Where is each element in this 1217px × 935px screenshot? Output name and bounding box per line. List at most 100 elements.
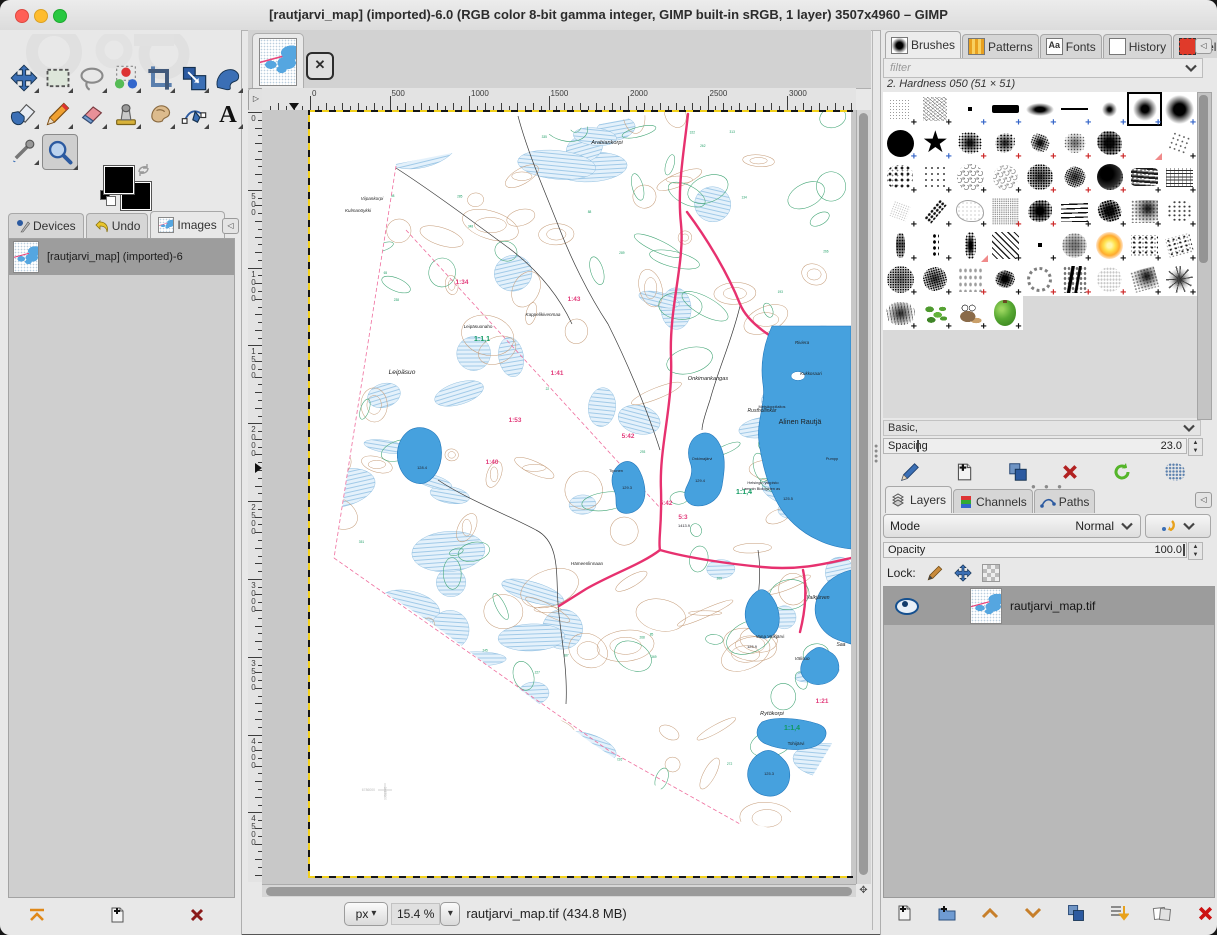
brush-cell-circle[interactable]: + bbox=[883, 126, 918, 160]
horizontal-ruler[interactable]: 050010001500200025003000 bbox=[262, 88, 856, 111]
image-tab-x-icon[interactable]: ✕ bbox=[306, 52, 334, 80]
brush-cell-wilber[interactable]: + bbox=[953, 296, 988, 330]
brush-cell-smoke[interactable]: + bbox=[1127, 194, 1162, 228]
tool-color-picker[interactable] bbox=[10, 136, 38, 164]
layer-row[interactable]: rautjarvi_map.tif bbox=[884, 587, 1214, 625]
opacity-slider[interactable]: Opacity 100.0 bbox=[883, 542, 1187, 558]
lock-alpha-icon[interactable] bbox=[982, 564, 1000, 582]
brush-cell-splat2[interactable]: + bbox=[988, 126, 1023, 160]
brush-cell-darkball[interactable]: + bbox=[1092, 160, 1127, 194]
new-image-button[interactable] bbox=[100, 902, 134, 928]
raise-layer-button[interactable] bbox=[973, 900, 1007, 926]
opacity-spinner[interactable]: ▲▼ bbox=[1188, 542, 1203, 560]
canvas-viewport[interactable]: 3549820988272160289593872933132271933691… bbox=[262, 110, 856, 884]
brush-cell-sketch[interactable]: + bbox=[953, 194, 988, 228]
tab-images[interactable]: Images bbox=[150, 211, 224, 238]
tab-history[interactable]: History bbox=[1103, 34, 1172, 58]
title-bar[interactable]: [rautjarvi_map] (imported)-6.0 (RGB colo… bbox=[0, 0, 1217, 31]
right-dock-collapse-button[interactable]: ◁ bbox=[1195, 38, 1212, 54]
brush-cell-cells[interactable]: + bbox=[953, 160, 988, 194]
brush-cell-sun[interactable]: + bbox=[1092, 228, 1127, 262]
brush-cell-chalk[interactable]: + bbox=[918, 194, 953, 228]
brush-cell-burst[interactable]: + bbox=[1162, 262, 1197, 296]
foreground-color-swatch[interactable] bbox=[104, 166, 134, 194]
brush-cell-dots[interactable]: + bbox=[883, 160, 918, 194]
brush-cell-soft-l[interactable]: + bbox=[1162, 92, 1197, 126]
default-colors-icon-bg[interactable] bbox=[106, 196, 116, 206]
brush-cell-bar[interactable]: + bbox=[988, 92, 1023, 126]
brush-cell-soft-s[interactable]: + bbox=[1092, 92, 1127, 126]
tool-rectangle-select[interactable] bbox=[44, 64, 72, 92]
brush-cell-drips[interactable]: + bbox=[918, 228, 953, 262]
tool-eraser[interactable] bbox=[78, 100, 106, 128]
brush-cell-noise[interactable]: + bbox=[1023, 160, 1058, 194]
brush-cell-blot[interactable]: + bbox=[988, 262, 1023, 296]
brush-filter-field[interactable]: filter bbox=[883, 58, 1203, 78]
tab-channels[interactable]: Channels bbox=[953, 489, 1033, 513]
tab-layers[interactable]: Layers bbox=[885, 486, 952, 513]
brush-cell-ring[interactable]: + bbox=[1023, 262, 1058, 296]
brush-cell-grid[interactable]: + bbox=[1162, 126, 1197, 160]
brush-cell-dsplat[interactable]: + bbox=[1092, 126, 1127, 160]
tool-free-select[interactable] bbox=[78, 64, 106, 92]
tab-devices[interactable]: Devices bbox=[8, 213, 84, 238]
brush-cell-speck[interactable]: + bbox=[883, 92, 918, 126]
dock-separator-handle[interactable]: ●●●● bbox=[874, 444, 878, 470]
brush-cell-streak[interactable] bbox=[953, 228, 988, 262]
lower-layer-button[interactable] bbox=[1016, 900, 1050, 926]
brush-cell-fnoise[interactable]: + bbox=[988, 194, 1023, 228]
spacing-spinner[interactable]: ▲▼ bbox=[1188, 438, 1203, 456]
tool-warp-transform[interactable] bbox=[214, 64, 242, 92]
tool-paths[interactable] bbox=[180, 100, 208, 128]
left-dock-collapse-button[interactable]: ◁ bbox=[222, 218, 239, 234]
tool-select-by-color[interactable] bbox=[112, 64, 140, 92]
tool-move[interactable] bbox=[10, 64, 38, 92]
delete-image-button[interactable] bbox=[180, 902, 214, 928]
layer-mode-select[interactable]: Mode Normal bbox=[883, 514, 1141, 538]
tab-brushes[interactable]: Brushes bbox=[885, 31, 961, 58]
brush-cell-ink[interactable]: + bbox=[1057, 262, 1092, 296]
new-layer-button[interactable] bbox=[887, 900, 921, 926]
tool-pencil[interactable] bbox=[44, 100, 72, 128]
brush-cell-line[interactable]: + bbox=[1057, 92, 1092, 126]
brush-cell-leaves[interactable]: + bbox=[918, 296, 953, 330]
tool-text[interactable]: A bbox=[214, 100, 242, 128]
layer-mask-button[interactable] bbox=[1145, 900, 1179, 926]
brush-cell-figs[interactable]: + bbox=[953, 262, 988, 296]
edit-brush-button[interactable] bbox=[899, 461, 921, 483]
brush-cell-diag[interactable]: + bbox=[988, 228, 1023, 262]
brush-cell-blot[interactable]: + bbox=[1023, 194, 1058, 228]
new-brush-button[interactable] bbox=[954, 461, 974, 483]
canvas-image-area[interactable]: 3549820988272160289593872933132271933691… bbox=[310, 112, 851, 876]
delete-brush-button[interactable] bbox=[1061, 463, 1079, 481]
brush-cell-ball[interactable]: + bbox=[883, 262, 918, 296]
open-brush-as-image-button[interactable] bbox=[1165, 463, 1185, 481]
delete-layer-button[interactable] bbox=[1188, 900, 1217, 926]
brush-cell-star[interactable]: ★+ bbox=[918, 126, 953, 160]
tool-bucket-fill[interactable] bbox=[10, 100, 38, 128]
brush-cell-grass[interactable]: + bbox=[883, 296, 918, 330]
spacing-slider[interactable]: Spacing 23.0 bbox=[883, 438, 1187, 454]
brush-cell-oval[interactable]: + bbox=[1023, 92, 1058, 126]
brush-cell-splat[interactable]: + bbox=[1023, 126, 1058, 160]
brush-cell-pepper[interactable]: + bbox=[988, 296, 1023, 330]
brush-cell-dsplat[interactable]: + bbox=[1092, 194, 1127, 228]
dock-separator[interactable] bbox=[872, 30, 873, 930]
brush-cell-cells[interactable]: + bbox=[988, 160, 1023, 194]
brush-option-header[interactable]: Basic, bbox=[883, 420, 1201, 436]
tab-undo[interactable]: Undo bbox=[86, 213, 149, 238]
brush-cell-hatchrect[interactable]: + bbox=[1162, 160, 1197, 194]
refresh-brushes-button[interactable] bbox=[1112, 462, 1132, 482]
tool-crop[interactable] bbox=[146, 64, 174, 92]
filter-chevron-icon[interactable] bbox=[1184, 64, 1198, 73]
brush-cell-soft-m[interactable]: + bbox=[1127, 92, 1162, 126]
new-layer-group-button[interactable] bbox=[930, 900, 964, 926]
layers-dock-collapse-button[interactable]: ◁ bbox=[1195, 492, 1212, 508]
duplicate-brush-button[interactable] bbox=[1007, 461, 1029, 483]
tab-patterns[interactable]: Patterns bbox=[962, 34, 1039, 58]
brush-cell-splat[interactable]: + bbox=[953, 126, 988, 160]
zoom-select-button[interactable]: ▾ bbox=[440, 902, 460, 926]
merge-down-button[interactable] bbox=[1102, 900, 1136, 926]
brush-cell-vert[interactable]: + bbox=[883, 228, 918, 262]
duplicate-layer-button[interactable] bbox=[1059, 900, 1093, 926]
